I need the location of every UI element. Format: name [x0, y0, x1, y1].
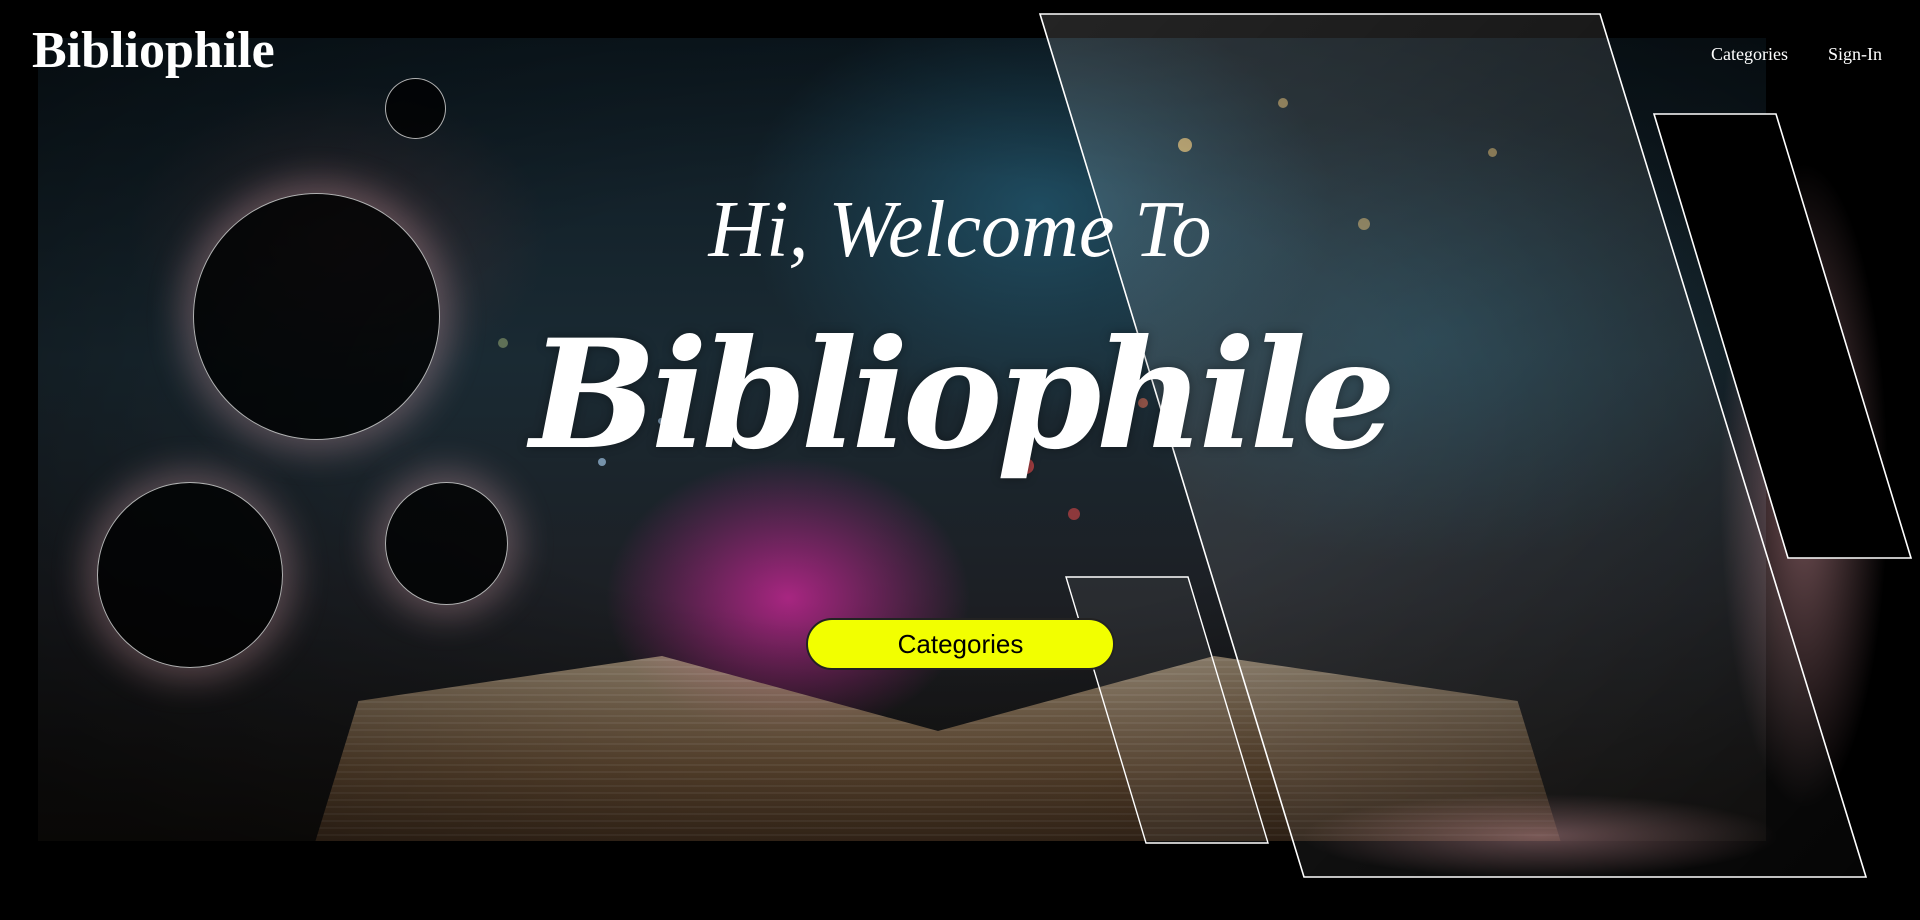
categories-button[interactable]: Categories: [806, 618, 1115, 670]
top-nav: Categories Sign-In: [1711, 44, 1882, 65]
nav-sign-in-link[interactable]: Sign-In: [1828, 44, 1882, 65]
nav-categories-link[interactable]: Categories: [1711, 44, 1788, 65]
site-logo[interactable]: Bibliophile: [32, 22, 275, 79]
brand-title: Bibliophile: [529, 307, 1396, 483]
welcome-heading: Hi, Welcome To: [708, 186, 1212, 274]
